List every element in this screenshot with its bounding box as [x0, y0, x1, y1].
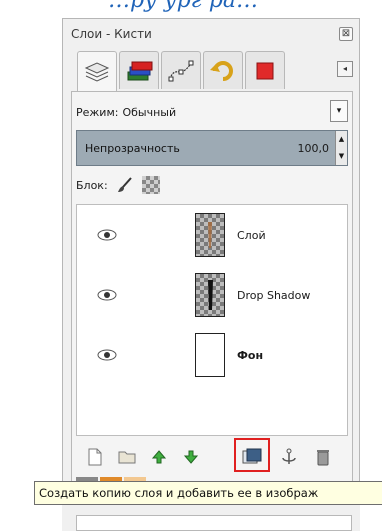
new-layer-button[interactable]: [84, 446, 106, 468]
opacity-value[interactable]: 100,0: [298, 142, 330, 155]
tab-colors[interactable]: [245, 51, 285, 89]
layer-list: Слой Drop Shadow Фон: [76, 204, 348, 436]
tab-channels[interactable]: [119, 51, 159, 89]
close-icon[interactable]: ⊠: [339, 27, 353, 41]
folder-icon: [118, 451, 136, 464]
dock-header: Слои - Кисти ⊠: [63, 19, 359, 49]
layer-row[interactable]: Слой: [77, 205, 347, 265]
lower-layer-button[interactable]: [180, 446, 202, 468]
layer-thumbnail: [195, 333, 225, 377]
tab-undo[interactable]: [203, 51, 243, 89]
layer-thumbnail: [195, 273, 225, 317]
raise-layer-button[interactable]: [148, 446, 170, 468]
brushes-panel-strip: [62, 477, 360, 531]
delete-layer-button[interactable]: [312, 446, 334, 468]
new-document-icon: [88, 448, 102, 466]
layer-row[interactable]: Drop Shadow: [77, 265, 347, 325]
layer-row[interactable]: Фон: [77, 325, 347, 385]
opacity-slider[interactable]: Непрозрачность 100,0 ▲ ▼: [76, 130, 348, 166]
chevron-down-icon[interactable]: ▾: [330, 100, 348, 122]
tooltip: Создать копию слоя и добавить ее в изобр…: [34, 481, 382, 505]
undo-history-icon: [210, 60, 233, 81]
highlight-frame: [234, 438, 270, 472]
layers-icon: [84, 61, 110, 82]
paths-icon: [168, 60, 194, 81]
document-caption: …ру ург ра…: [108, 0, 258, 13]
red-square-icon: [256, 62, 274, 79]
layers-brushes-dock: Слои - Кисти ⊠ ◂ Режим: Обычный ▾ Непроз…: [62, 18, 360, 531]
lock-label: Блок:: [76, 178, 108, 192]
tab-menu-icon[interactable]: ◂: [337, 61, 353, 77]
brush-filter-field[interactable]: [76, 515, 352, 531]
layer-name: Фон: [237, 348, 264, 362]
layers-toolbar: [76, 438, 348, 472]
layer-name: Слой: [237, 228, 266, 242]
mode-label: Режим:: [76, 105, 119, 119]
eye-icon[interactable]: [97, 229, 117, 241]
lock-row: Блок:: [76, 174, 160, 196]
tab-layers[interactable]: [77, 51, 117, 91]
layers-panel: Режим: Обычный ▾ Непрозрачность 100,0 ▲ ▼…: [71, 91, 353, 531]
dock-title: Слои - Кисти: [71, 27, 152, 41]
channels-icon: [127, 61, 153, 80]
dock-tabs: ◂: [77, 51, 353, 91]
layer-thumbnail: [195, 213, 225, 257]
tab-paths[interactable]: [161, 51, 201, 89]
arrow-down-icon: [183, 450, 199, 464]
mode-select[interactable]: Обычный: [122, 106, 176, 119]
eye-icon[interactable]: [97, 289, 117, 301]
opacity-spinner[interactable]: ▲ ▼: [335, 131, 347, 165]
anchor-icon: [282, 448, 296, 464]
mode-row: Режим: Обычный ▾: [76, 100, 348, 124]
anchor-layer-button[interactable]: [278, 446, 300, 468]
brush-icon[interactable]: [116, 176, 134, 194]
eye-icon[interactable]: [97, 349, 117, 361]
trash-icon: [317, 450, 329, 466]
new-layer-group-button[interactable]: [116, 446, 138, 468]
layer-name: Drop Shadow: [237, 288, 311, 302]
lock-alpha-icon[interactable]: [141, 176, 160, 194]
opacity-label: Непрозрачность: [85, 141, 180, 155]
arrow-up-icon: [151, 450, 167, 464]
